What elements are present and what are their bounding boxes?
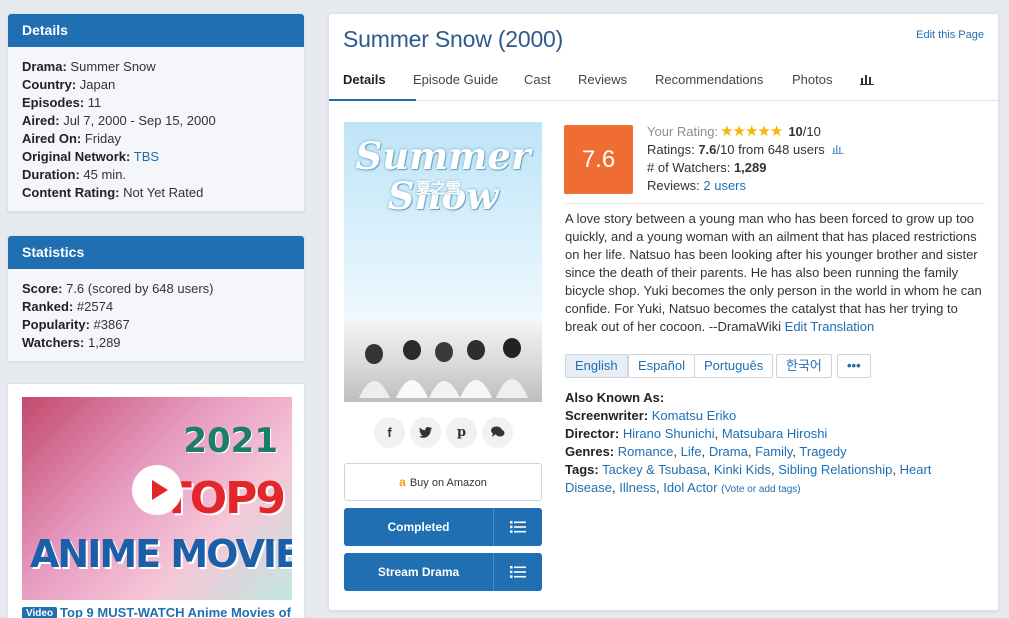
video-badge: Video	[22, 607, 58, 618]
tab-reviews[interactable]: Reviews	[578, 66, 627, 101]
tab-episode-guide[interactable]: Episode Guide	[413, 66, 498, 101]
video-caption-text[interactable]: Top 9 MUST-WATCH Anime Movies of	[60, 605, 291, 618]
stat-row-ranked: Ranked: #2574	[22, 299, 114, 314]
comments-icon[interactable]	[482, 417, 513, 448]
completed-label[interactable]: Completed	[344, 508, 493, 546]
poster-title: Summer Snow	[355, 134, 531, 218]
watchers-row: # of Watchers: 1,289	[647, 160, 767, 175]
page-title: Summer Snow (2000)	[343, 26, 564, 52]
synopsis-text: A love story between a young man who has…	[565, 211, 982, 334]
tab-cast[interactable]: Cast	[524, 66, 551, 101]
play-icon[interactable]	[132, 465, 182, 515]
detail-row-network: Original Network: TBS	[22, 149, 160, 164]
genre-link[interactable]: Drama	[709, 444, 748, 459]
details-heading: Details	[8, 14, 304, 47]
list-icon[interactable]	[494, 553, 542, 591]
detail-row-drama: Drama: Summer Snow	[22, 59, 156, 74]
drama-poster[interactable]: Summer Snow 夏之雪	[344, 122, 542, 402]
buy-on-amazon-button[interactable]: a Buy on Amazon	[344, 463, 542, 501]
lang-espanol[interactable]: Español	[628, 354, 695, 378]
tab-details[interactable]: Details	[343, 66, 386, 101]
detail-row-duration: Duration: 45 min.	[22, 167, 127, 182]
thumb-title-text: ANIME MOVIES	[30, 532, 292, 576]
completed-button[interactable]: Completed	[344, 508, 542, 546]
your-rating-row: Your Rating: ★★★★★ 10/10	[647, 123, 821, 140]
details-panel: Details Drama: Summer Snow Country: Japa…	[7, 13, 305, 212]
rating-stars-icon[interactable]: ★★★★★	[720, 123, 783, 140]
tag-link[interactable]: Idol Actor	[663, 480, 717, 495]
tab-statistics[interactable]	[860, 66, 874, 101]
also-known-as: Also Known As:	[565, 390, 665, 405]
main-panel: Summer Snow (2000) Edit this Page Detail…	[328, 13, 999, 611]
poster-people-image	[359, 338, 528, 398]
statistics-heading: Statistics	[8, 236, 304, 269]
detail-row-content-rating: Content Rating: Not Yet Rated	[22, 185, 204, 200]
stat-row-watchers: Watchers: 1,289	[22, 335, 121, 350]
edit-translation-link[interactable]: Edit Translation	[785, 319, 875, 334]
tab-bar: Details Episode Guide Cast Reviews Recom…	[329, 66, 998, 101]
video-panel: 2021 TOP9 ANIME MOVIES VideoTop 9 MUST-W…	[7, 383, 305, 618]
tag-link[interactable]: Kinki Kids	[714, 462, 771, 477]
stream-drama-label[interactable]: Stream Drama	[344, 553, 493, 591]
genre-link[interactable]: Tragedy	[799, 444, 846, 459]
director-row: Director: Hirano Shunichi, Matsubara Hir…	[565, 426, 828, 441]
genre-link[interactable]: Romance	[618, 444, 674, 459]
score-badge: 7.6	[564, 125, 633, 194]
pinterest-icon[interactable]: p	[446, 417, 477, 448]
stat-row-score: Score: 7.6 (scored by 648 users)	[22, 281, 214, 296]
tags-row: Tags: Tackey & Tsubasa, Kinki Kids, Sibl…	[565, 462, 932, 495]
screenwriter-row: Screenwriter: Komatsu Eriko	[565, 408, 737, 423]
list-icon[interactable]	[494, 508, 542, 546]
ratings-chart-icon[interactable]	[832, 144, 845, 154]
poster-cast-photo	[344, 320, 542, 402]
detail-row-aired-on: Aired On: Friday	[22, 131, 121, 146]
statistics-panel: Statistics Score: 7.6 (scored by 648 use…	[7, 235, 305, 362]
thumb-year-text: 2021	[183, 421, 278, 461]
network-link[interactable]: TBS	[134, 149, 159, 164]
video-thumbnail[interactable]: 2021 TOP9 ANIME MOVIES	[22, 397, 292, 600]
details-body: Drama: Summer Snow Country: Japan Episod…	[8, 47, 304, 211]
facebook-icon[interactable]: f	[374, 417, 405, 448]
tag-link[interactable]: Tackey & Tsubasa	[602, 462, 707, 477]
genre-link[interactable]: Life	[681, 444, 702, 459]
video-caption[interactable]: Video Top 9 MUST-WATCH Anime Movies of	[22, 605, 291, 618]
stream-drama-button[interactable]: Stream Drama	[344, 553, 542, 591]
bar-chart-icon	[860, 75, 874, 85]
tab-recommendations[interactable]: Recommendations	[655, 66, 763, 101]
vote-tags-link[interactable]: (Vote or add tags)	[721, 484, 801, 495]
more-languages-button[interactable]: •••	[837, 354, 871, 378]
tab-photos[interactable]: Photos	[792, 66, 832, 101]
tag-link[interactable]: Illness	[619, 480, 656, 495]
twitter-icon[interactable]	[410, 417, 441, 448]
amazon-icon: a	[399, 475, 406, 489]
director-link[interactable]: Hirano Shunichi	[623, 426, 715, 441]
reviews-link[interactable]: 2 users	[703, 178, 746, 193]
detail-row-aired: Aired: Jul 7, 2000 - Sep 15, 2000	[22, 113, 216, 128]
ratings-row: Ratings: 7.6/10 from 648 users	[647, 141, 845, 159]
rating-info: Your Rating: ★★★★★ 10/10 Ratings: 7.6/10 f…	[647, 123, 845, 195]
genre-link[interactable]: Family	[755, 444, 792, 459]
reviews-row: Reviews: 2 users	[647, 178, 747, 193]
tag-link[interactable]: Sibling Relationship	[778, 462, 892, 477]
edit-page-link[interactable]: Edit this Page	[916, 29, 984, 41]
synopsis: A love story between a young man who has…	[565, 210, 985, 336]
poster-subtitle: 夏之雪	[416, 180, 462, 197]
lang-korean[interactable]: 한국어	[776, 354, 832, 378]
statistics-body: Score: 7.6 (scored by 648 users) Ranked:…	[8, 269, 304, 361]
lang-english[interactable]: English	[565, 354, 628, 378]
credits-list: Also Known As: Screenwriter: Komatsu Eri…	[565, 389, 985, 499]
divider	[565, 203, 985, 204]
director-link[interactable]: Matsubara Hiroshi	[722, 426, 828, 441]
detail-row-country: Country: Japan	[22, 77, 116, 92]
genres-row: Genres: Romance, Life, Drama, Family, Tr…	[565, 444, 847, 459]
stat-row-popularity: Popularity: #3867	[22, 317, 130, 332]
detail-row-episodes: Episodes: 11	[22, 95, 102, 110]
screenwriter-link[interactable]: Komatsu Eriko	[652, 408, 737, 423]
lang-portugues[interactable]: Português	[694, 354, 774, 378]
